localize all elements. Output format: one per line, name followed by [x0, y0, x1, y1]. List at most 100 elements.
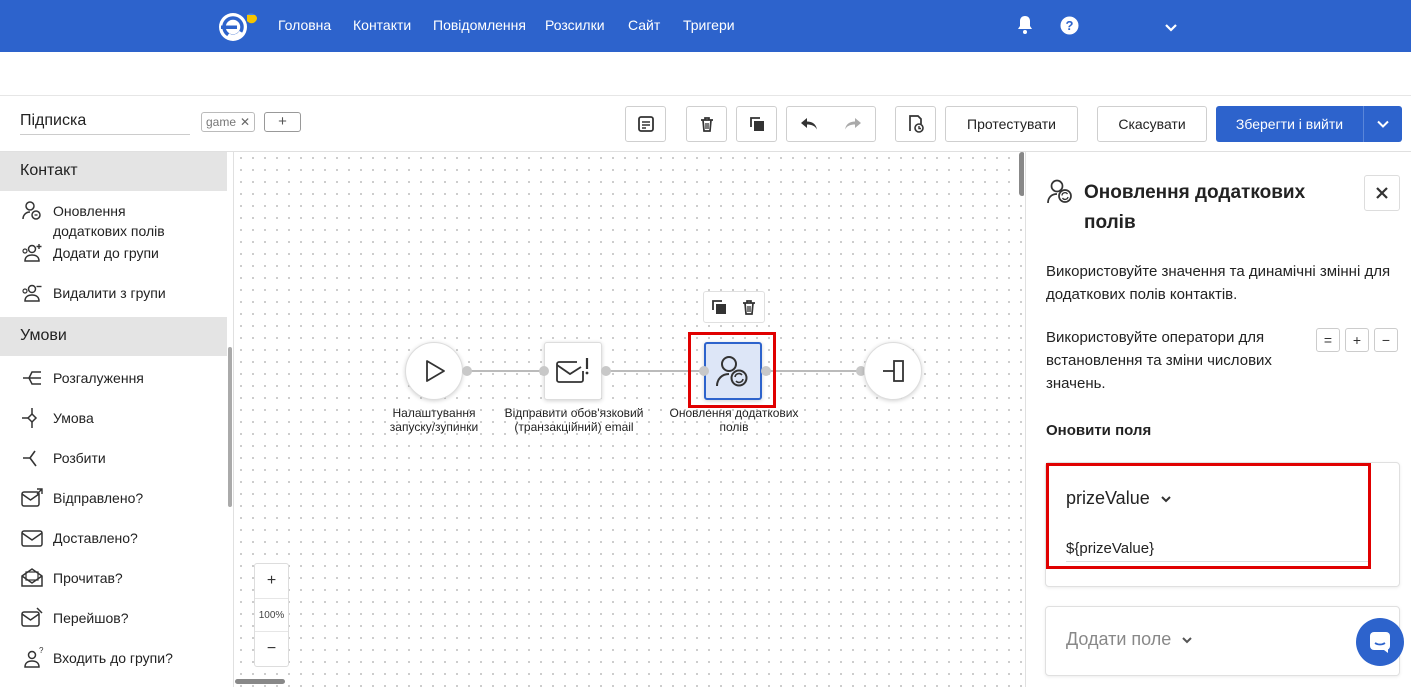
condition-icon: [22, 408, 38, 428]
sidebar-item-branching[interactable]: Розгалуження: [0, 366, 233, 406]
top-nav: Головна Контакти Повідомлення Розсилки С…: [0, 0, 1411, 52]
blocks-sidebar: Контакт Оновлення додаткових полів Додат…: [0, 152, 234, 687]
node-label: Оновлення додаткових полів: [669, 406, 799, 434]
sidebar-item-add-to-group[interactable]: Додати до групи: [0, 241, 233, 281]
chat-widget-button[interactable]: [1356, 618, 1404, 666]
connector-line: [767, 370, 863, 372]
canvas-vertical-scrollbar[interactable]: [1019, 152, 1024, 196]
bell-icon[interactable]: [1016, 15, 1034, 40]
sidebar-item-split[interactable]: Розбити: [0, 446, 233, 486]
tag-remove-icon[interactable]: ✕: [240, 115, 250, 129]
add-field-select[interactable]: Додати поле: [1066, 629, 1193, 650]
sidebar-item-condition[interactable]: Умова: [0, 406, 233, 446]
connector-line: [467, 370, 543, 372]
notes-button[interactable]: [625, 106, 666, 142]
user-refresh-icon: [1047, 179, 1072, 204]
group-add-icon: [22, 244, 42, 262]
operator-minus-button[interactable]: −: [1374, 328, 1398, 352]
mail-alert-icon: [556, 358, 589, 383]
mail-click-icon: [21, 607, 43, 627]
close-button[interactable]: [1364, 175, 1400, 211]
sidebar-item-remove-from-group[interactable]: Видалити з групи: [0, 281, 233, 317]
nav-campaigns[interactable]: Розсилки: [545, 17, 605, 33]
sidebar-item-in-group[interactable]: ? Входить до групи?: [0, 646, 233, 686]
update-fields-heading: Оновити поля: [1046, 422, 1152, 439]
node-port[interactable]: [539, 366, 549, 376]
flow-canvas[interactable]: Налаштування запуску/зупинки Відправити …: [235, 152, 1024, 687]
trash-icon: [700, 117, 713, 132]
flow-name-input[interactable]: Підписка: [20, 109, 190, 135]
sidebar-item-label: Розгалуження: [53, 370, 144, 386]
sidebar-item-update-fields[interactable]: Оновлення додаткових полів: [0, 199, 233, 239]
node-toolbar: [703, 291, 765, 323]
node-port[interactable]: [601, 366, 611, 376]
history-icon: [908, 115, 924, 133]
group-check-icon: ?: [24, 646, 44, 668]
chevron-down-icon: [1377, 120, 1389, 128]
nav-triggers[interactable]: Тригери: [683, 17, 735, 33]
sidebar-item-label: Прочитав?: [53, 570, 123, 586]
highlight-frame: [1046, 463, 1371, 569]
test-button[interactable]: Протестувати: [945, 106, 1078, 142]
send-transactional-email-node[interactable]: [544, 342, 602, 400]
mail-icon: [21, 530, 43, 547]
copy-icon[interactable]: [710, 298, 728, 316]
nav-site[interactable]: Сайт: [628, 17, 660, 33]
split-icon: [23, 450, 37, 467]
copy-button[interactable]: [736, 106, 777, 142]
delete-button[interactable]: [686, 106, 727, 142]
save-options-button[interactable]: [1364, 106, 1402, 142]
zoom-in-button[interactable]: +: [255, 564, 288, 598]
trash-icon[interactable]: [740, 298, 758, 316]
operator-plus-button[interactable]: +: [1345, 328, 1369, 352]
history-button[interactable]: [895, 106, 936, 142]
panel-title: Оновлення додаткових полів: [1084, 182, 1306, 233]
sidebar-item-clicked[interactable]: Перейшов?: [0, 606, 233, 646]
close-icon: [1376, 187, 1388, 199]
chevron-down-icon[interactable]: [1164, 20, 1178, 38]
logo-icon[interactable]: [216, 9, 260, 43]
redo-icon[interactable]: [843, 116, 863, 132]
node-label: Налаштування запуску/зупинки: [389, 406, 479, 434]
exit-node[interactable]: [864, 342, 922, 400]
svg-text:?: ?: [39, 646, 44, 655]
sidebar-item-sent[interactable]: Відправлено?: [0, 486, 233, 526]
sidebar-scrollbar[interactable]: [228, 347, 232, 507]
tag-label: game: [206, 115, 237, 129]
cancel-button[interactable]: Скасувати: [1097, 106, 1207, 142]
branch-icon: [23, 371, 41, 385]
operators-description: Використовуйте оператори для встановленн…: [1046, 329, 1272, 392]
sub-bar: [0, 52, 1411, 96]
nav-home[interactable]: Головна: [278, 17, 331, 33]
nav-messages[interactable]: Повідомлення: [433, 17, 526, 33]
settings-panel: Оновлення додаткових полів Використовуйт…: [1025, 152, 1411, 687]
zoom-controls: + 100% −: [254, 563, 289, 667]
add-tag-button[interactable]: +: [264, 112, 301, 132]
editor-toolbar: Підписка game ✕ + Протестувати Скасувати…: [0, 96, 1411, 152]
nav-contacts[interactable]: Контакти: [353, 17, 411, 33]
add-field-label: Додати поле: [1066, 629, 1172, 649]
sidebar-item-label: Перейшов?: [53, 610, 129, 626]
zoom-out-button[interactable]: −: [255, 632, 288, 666]
sidebar-item-label: Доставлено?: [53, 530, 138, 546]
sidebar-item-label: Додати до групи: [53, 245, 159, 261]
mail-sent-icon: [21, 488, 43, 507]
start-stop-node[interactable]: [405, 342, 463, 400]
sidebar-item-delivered[interactable]: Доставлено?: [0, 526, 233, 566]
highlight-frame: [688, 332, 776, 408]
help-icon[interactable]: ?: [1060, 16, 1079, 40]
chat-icon: [1370, 632, 1390, 653]
chevron-down-icon: [1182, 636, 1193, 643]
node-label: Відправити обов'язковий (транзакційний) …: [504, 406, 644, 434]
save-and-exit-button[interactable]: Зберегти і вийти: [1216, 106, 1364, 142]
panel-description: Використовуйте значення та динамічні змі…: [1046, 263, 1391, 303]
undo-redo-group: [786, 106, 876, 142]
sidebar-item-read[interactable]: Прочитав?: [0, 566, 233, 606]
undo-icon[interactable]: [799, 116, 819, 132]
zoom-level: 100%: [255, 598, 288, 632]
save-split-button: Зберегти і вийти: [1216, 106, 1402, 142]
node-port[interactable]: [462, 366, 472, 376]
operator-equals-button[interactable]: =: [1316, 328, 1340, 352]
sidebar-item-label: Розбити: [53, 450, 106, 466]
canvas-horizontal-scrollbar[interactable]: [235, 679, 285, 684]
